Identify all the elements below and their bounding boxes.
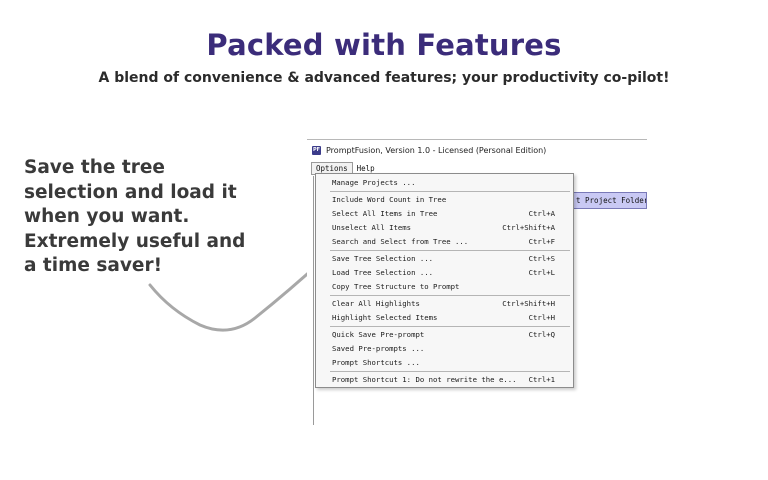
menu-item-label: Include Word Count in Tree bbox=[332, 195, 447, 204]
menu-item-save-tree-selection[interactable]: Save Tree Selection ... Ctrl+S bbox=[316, 252, 573, 265]
menu-item-copy-tree-structure[interactable]: Copy Tree Structure to Prompt bbox=[316, 280, 573, 293]
window-title: PromptFusion, Version 1.0 - Licensed (Pe… bbox=[326, 145, 547, 155]
menu-item-clear-highlights[interactable]: Clear All Highlights Ctrl+Shift+H bbox=[316, 297, 573, 310]
menu-item-search-select[interactable]: Search and Select from Tree ... Ctrl+F bbox=[316, 235, 573, 248]
menu-item-quick-save-preprompt[interactable]: Quick Save Pre-prompt Ctrl+Q bbox=[316, 328, 573, 341]
menu-item-shortcut: Ctrl+Shift+A bbox=[502, 223, 555, 232]
menu-item-label: Copy Tree Structure to Prompt bbox=[332, 282, 460, 291]
menu-item-label: Saved Pre-prompts ... bbox=[332, 344, 425, 353]
menu-separator bbox=[330, 250, 570, 251]
menu-item-select-all[interactable]: Select All Items in Tree Ctrl+A bbox=[316, 207, 573, 220]
menu-item-label: Highlight Selected Items bbox=[332, 313, 438, 322]
menu-item-label: Prompt Shortcuts ... bbox=[332, 358, 420, 367]
menu-item-label: Prompt Shortcut 1: Do not rewrite the e.… bbox=[332, 375, 517, 384]
menu-item-prompt-shortcuts[interactable]: Prompt Shortcuts ... bbox=[316, 356, 573, 369]
menu-item-label: Manage Projects ... bbox=[332, 178, 416, 187]
menu-item-label: Select All Items in Tree bbox=[332, 209, 438, 218]
menu-separator bbox=[330, 371, 570, 372]
panel-border bbox=[313, 176, 314, 425]
menu-item-shortcut: Ctrl+A bbox=[528, 209, 555, 218]
menu-separator bbox=[330, 191, 570, 192]
menu-item-shortcut: Ctrl+L bbox=[528, 268, 555, 277]
project-folder-field[interactable]: t Project Folder bbox=[573, 192, 647, 209]
menu-item-label: Load Tree Selection ... bbox=[332, 268, 434, 277]
menu-item-label: Search and Select from Tree ... bbox=[332, 237, 469, 246]
menu-item-shortcut: Ctrl+S bbox=[528, 254, 555, 263]
menu-item-shortcut: Ctrl+H bbox=[528, 313, 555, 322]
menu-item-include-word-count[interactable]: Include Word Count in Tree bbox=[316, 193, 573, 206]
menu-item-shortcut: Ctrl+Q bbox=[528, 330, 555, 339]
app-logo-icon: PF bbox=[312, 145, 321, 155]
menu-item-manage-projects[interactable]: Manage Projects ... bbox=[316, 176, 573, 189]
menu-item-highlight-selected[interactable]: Highlight Selected Items Ctrl+H bbox=[316, 311, 573, 324]
menu-item-shortcut: Ctrl+1 bbox=[528, 375, 555, 384]
menu-item-label: Save Tree Selection ... bbox=[332, 254, 434, 263]
menu-item-unselect-all[interactable]: Unselect All Items Ctrl+Shift+A bbox=[316, 221, 573, 234]
window-titlebar: PF PromptFusion, Version 1.0 - Licensed … bbox=[307, 140, 647, 160]
menu-item-label: Clear All Highlights bbox=[332, 299, 420, 308]
menu-item-label: Quick Save Pre-prompt bbox=[332, 330, 425, 339]
menu-separator bbox=[330, 326, 570, 327]
menu-item-prompt-shortcut-1[interactable]: Prompt Shortcut 1: Do not rewrite the e.… bbox=[316, 373, 573, 386]
menu-item-load-tree-selection[interactable]: Load Tree Selection ... Ctrl+L bbox=[316, 266, 573, 279]
menu-item-label: Unselect All Items bbox=[332, 223, 412, 232]
menu-item-shortcut: Ctrl+F bbox=[528, 237, 555, 246]
options-dropdown-menu: Manage Projects ... Include Word Count i… bbox=[315, 173, 574, 388]
menu-separator bbox=[330, 295, 570, 296]
menu-item-saved-preprompts[interactable]: Saved Pre-prompts ... bbox=[316, 342, 573, 355]
menu-item-shortcut: Ctrl+Shift+H bbox=[502, 299, 555, 308]
